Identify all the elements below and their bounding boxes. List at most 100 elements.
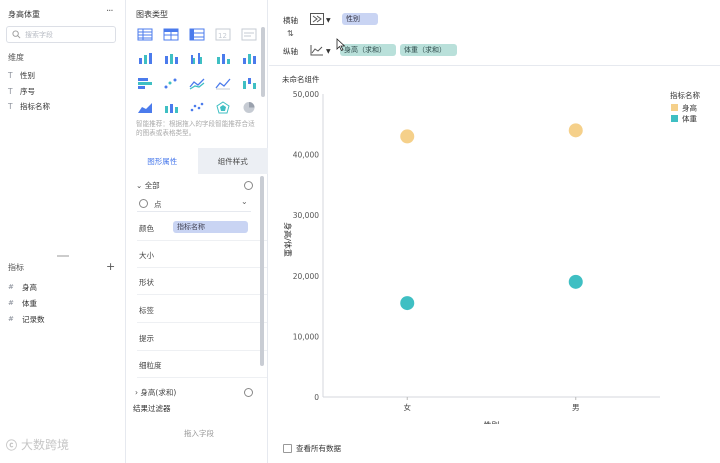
number-type-icon: # — [8, 283, 14, 291]
filter-drop-zone[interactable]: 拖入字段 — [139, 422, 259, 444]
divider — [137, 267, 267, 268]
all-section-radio[interactable] — [244, 181, 253, 190]
legend-swatch — [671, 115, 678, 122]
chart-editor-area: 横轴 ▼ 性别 ⇅ 纵轴 ▼ 身高（求和） 体重（求和） 未命名组件 0 10,0… — [269, 0, 720, 463]
stacked-bar-icon[interactable] — [163, 52, 179, 65]
y-axis-field-pill[interactable]: 体重（求和） — [400, 44, 457, 56]
watermark-text: 大数跨境 — [21, 438, 70, 452]
field-search[interactable] — [6, 26, 116, 43]
text-widget-icon[interactable] — [241, 28, 257, 41]
scatter-chart: 0 10,000 20,000 30,000 40,000 50,000 身高/体重女 男性别… — [283, 90, 700, 424]
tooltip-row[interactable]: 提示 — [139, 333, 154, 344]
grouped-bar-icon[interactable] — [189, 52, 205, 65]
y-tick-label: 0 — [314, 393, 319, 402]
point-mark-icon — [139, 199, 148, 208]
chart-type-title: 图表类型 — [136, 10, 168, 19]
view-all-checkbox[interactable] — [283, 444, 292, 453]
mark-type-select[interactable]: 点 ⌄ — [137, 197, 251, 212]
mark-type-value: 点 — [154, 200, 162, 209]
detail-table-icon[interactable] — [189, 28, 205, 41]
radar-chart-icon[interactable] — [215, 101, 231, 114]
tab-component-style[interactable]: 组件样式 — [197, 148, 268, 174]
kpi-number-icon[interactable]: 12 — [215, 28, 231, 41]
measure-field[interactable]: # 体重 — [8, 297, 37, 309]
field-label: 身高 — [22, 282, 37, 292]
search-icon — [12, 30, 21, 39]
dimension-field[interactable]: T 指标名称 — [8, 100, 50, 112]
legend-swatch — [671, 104, 678, 111]
y-tick-label: 20,000 — [293, 272, 319, 281]
bar-chart-icon[interactable] — [137, 52, 153, 65]
y-axis-field-pill[interactable]: 身高（求和） — [340, 44, 396, 56]
all-section-label: 全部 — [144, 181, 160, 190]
x-axis-field-pill[interactable]: 性别 — [342, 13, 378, 25]
y-tick-label: 10,000 — [293, 332, 319, 341]
smart-recommend-hint: 智能推荐：根据拖入的字段智能推荐合适的图表或表格类型。 — [136, 120, 255, 137]
combo-chart-icon[interactable] — [163, 101, 179, 114]
y-tick-label: 30,000 — [293, 211, 319, 220]
line-axis-icon[interactable] — [310, 44, 324, 56]
color-field-pill[interactable]: 指标名称 — [173, 221, 248, 233]
caret-down-icon[interactable]: ▼ — [326, 17, 331, 24]
height-sum-radio[interactable] — [244, 388, 253, 397]
add-measure-button[interactable]: + — [106, 260, 115, 273]
area-chart-icon[interactable] — [137, 101, 153, 114]
field-label: 记录数 — [22, 314, 45, 324]
more-icon[interactable]: ··· — [106, 6, 113, 17]
shape-row[interactable]: 形状 — [139, 277, 154, 288]
legend-title: 指标名称 — [670, 90, 700, 100]
mouse-cursor-icon — [336, 38, 346, 52]
measures-title: 指标 — [8, 263, 24, 272]
y-tick-label: 50,000 — [293, 90, 319, 99]
label-row[interactable]: 标签 — [139, 305, 154, 316]
measure-field[interactable]: # 身高 — [8, 281, 37, 293]
text-type-icon: T — [8, 101, 13, 111]
scatter-mini-icon[interactable] — [163, 77, 179, 90]
measure-field[interactable]: # 记录数 — [8, 313, 45, 325]
area-line-icon[interactable] — [215, 77, 231, 90]
view-all-data[interactable]: 查看所有数据 — [283, 443, 341, 454]
caret-down-icon[interactable]: ▼ — [326, 48, 331, 55]
x-axis-title: 性别 — [484, 420, 500, 424]
divider — [137, 294, 267, 295]
axis-type-icon[interactable] — [310, 13, 324, 25]
waterfall-icon[interactable] — [241, 77, 257, 90]
horizontal-bar-icon[interactable] — [137, 77, 153, 90]
height-sum-section[interactable]: › 身高(求和) — [135, 387, 176, 398]
data-point — [400, 296, 415, 311]
result-filter-title: 结果过滤器 — [133, 404, 171, 413]
all-section-toggle[interactable]: ⌄ 全部 — [136, 180, 160, 191]
granularity-row[interactable]: 细粒度 — [139, 360, 162, 371]
chevron-right-icon: › — [135, 388, 138, 397]
divider — [137, 350, 267, 351]
number-type-icon: # — [8, 315, 14, 323]
property-panel: 图表类型 12 智能推荐：根据拖入的字段智能推荐合适的图表或表格类型。 图形属性… — [127, 0, 268, 463]
panel-splitter[interactable] — [57, 255, 69, 257]
text-type-icon: T — [8, 86, 13, 96]
axis-config-bar: 横轴 ▼ 性别 ⇅ 纵轴 ▼ 身高（求和） 体重（求和） — [269, 0, 720, 66]
legend-entry: 身高 — [682, 103, 697, 113]
data-point — [568, 123, 583, 138]
property-scrollbar[interactable] — [260, 176, 264, 366]
swap-axes-icon[interactable]: ⇅ — [287, 29, 294, 38]
column-chart-icon[interactable] — [215, 52, 231, 65]
cross-table-icon[interactable] — [163, 28, 179, 41]
dataset-title: 身高体重 — [8, 10, 40, 19]
size-row[interactable]: 大小 — [139, 250, 154, 261]
table-chart-icon[interactable] — [137, 28, 153, 41]
y-axis-label: 纵轴 — [283, 47, 298, 56]
dimension-field[interactable]: T 序号 — [8, 85, 35, 97]
chart-type-scrollbar[interactable] — [261, 27, 265, 97]
scatter-chart-icon[interactable] — [189, 101, 205, 114]
range-column-icon[interactable] — [241, 52, 257, 65]
property-tabs: 图形属性 组件样式 — [127, 148, 268, 174]
pie-chart-icon[interactable] — [241, 101, 257, 114]
tab-graphic-properties[interactable]: 图形属性 — [127, 148, 198, 174]
watermark: ⓒ 大数跨境 — [6, 436, 69, 453]
legend-entry: 体重 — [682, 114, 697, 124]
line-chart-icon[interactable] — [189, 77, 205, 90]
search-input[interactable] — [25, 29, 113, 41]
dimension-field[interactable]: T 性别 — [8, 69, 35, 81]
y-tick-label: 40,000 — [293, 151, 319, 160]
view-all-label: 查看所有数据 — [296, 444, 341, 453]
